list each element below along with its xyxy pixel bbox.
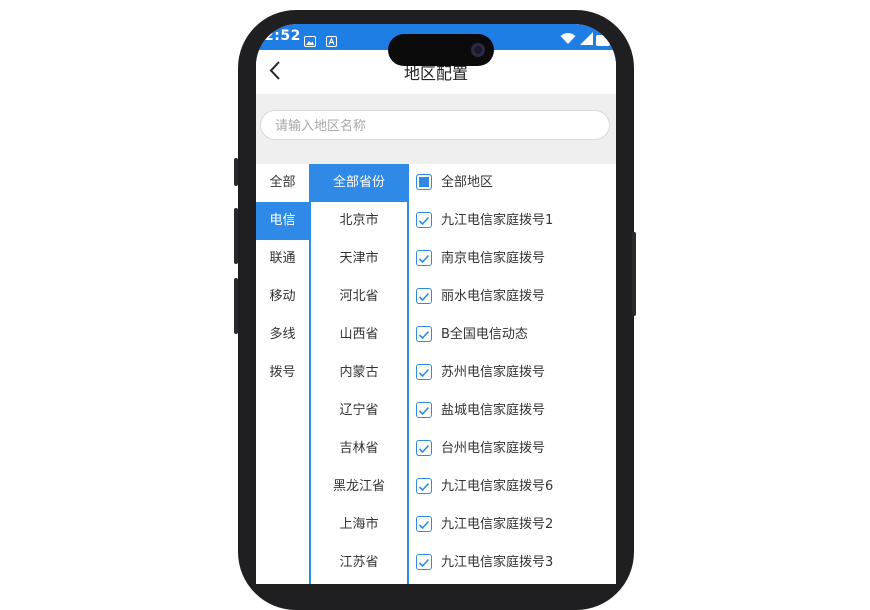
phone-silent-switch <box>234 158 238 186</box>
operator-item[interactable]: 全部 <box>256 164 309 202</box>
region-label: B全国电信动态 <box>441 327 528 342</box>
dynamic-island <box>388 34 494 66</box>
province-item[interactable]: 黑龙江省 <box>311 468 407 506</box>
checked-checkbox-icon[interactable] <box>416 212 432 228</box>
province-item[interactable]: 山西省 <box>311 316 407 354</box>
signal-icon <box>580 30 593 49</box>
region-item[interactable]: 九江电信家庭拨号3 <box>409 544 616 582</box>
region-label: 九江电信家庭拨号6 <box>441 479 554 494</box>
region-item[interactable]: B全国电信动态 <box>409 316 616 354</box>
province-item[interactable]: 河北省 <box>311 278 407 316</box>
province-item[interactable]: 江苏省 <box>311 544 407 582</box>
region-label: 全部地区 <box>441 175 494 190</box>
checked-checkbox-icon[interactable] <box>416 364 432 380</box>
front-camera <box>471 43 485 57</box>
phone-power-button <box>632 232 636 316</box>
battery-icon <box>596 31 612 50</box>
region-item[interactable]: 九江电信家庭拨号2 <box>409 506 616 544</box>
region-list: 全部地区 九江电信家庭拨号1 南京电信家庭拨号 丽水电信家庭拨号 B全国电信动态… <box>409 164 616 584</box>
region-item[interactable]: 九江电信家庭拨号6 <box>409 468 616 506</box>
province-item[interactable]: 全部省份 <box>311 164 407 202</box>
selector-columns: 全部 电信 联通 移动 多线 拨号 全部省份 北京市 天津市 河北省 山西省 内… <box>256 164 616 584</box>
wifi-icon <box>560 30 576 49</box>
checked-checkbox-icon[interactable] <box>416 478 432 494</box>
operator-item[interactable]: 拨号 <box>256 354 309 392</box>
region-item[interactable]: 九江电信家庭拨号1 <box>409 202 616 240</box>
operator-item[interactable]: 电信 <box>256 202 309 240</box>
region-label: 九江电信家庭拨号1 <box>441 213 554 228</box>
region-label: 盐城电信家庭拨号 <box>441 403 546 418</box>
province-item[interactable]: 内蒙古 <box>311 354 407 392</box>
province-item[interactable]: 吉林省 <box>311 430 407 468</box>
search-box <box>260 110 610 141</box>
region-item[interactable]: 苏州电信家庭拨号 <box>409 354 616 392</box>
province-item[interactable]: 北京市 <box>311 202 407 240</box>
region-label: 九江电信家庭拨号2 <box>441 517 554 532</box>
region-item[interactable]: 盐城电信家庭拨号 <box>409 392 616 430</box>
checked-checkbox-icon[interactable] <box>416 402 432 418</box>
region-item[interactable]: 台州电信家庭拨号 <box>409 430 616 468</box>
partial-checkbox-icon[interactable] <box>416 174 432 190</box>
search-area <box>256 94 616 164</box>
operator-item[interactable]: 移动 <box>256 278 309 316</box>
region-item[interactable]: 南京电信家庭拨号 <box>409 240 616 278</box>
checked-checkbox-icon[interactable] <box>416 326 432 342</box>
checked-checkbox-icon[interactable] <box>416 288 432 304</box>
province-item[interactable]: 辽宁省 <box>311 392 407 430</box>
phone-volume-up-button <box>234 208 238 264</box>
operator-item[interactable]: 多线 <box>256 316 309 354</box>
search-input[interactable] <box>273 111 597 141</box>
checked-checkbox-icon[interactable] <box>416 516 432 532</box>
operator-list: 全部 电信 联通 移动 多线 拨号 <box>256 164 311 584</box>
operator-item[interactable]: 联通 <box>256 240 309 278</box>
region-label: 南京电信家庭拨号 <box>441 251 546 266</box>
region-item[interactable]: 丽水电信家庭拨号 <box>409 278 616 316</box>
checked-checkbox-icon[interactable] <box>416 250 432 266</box>
region-label: 九江电信家庭拨号3 <box>441 555 554 570</box>
province-item[interactable]: 天津市 <box>311 240 407 278</box>
region-label: 台州电信家庭拨号 <box>441 441 546 456</box>
province-list: 全部省份 北京市 天津市 河北省 山西省 内蒙古 辽宁省 吉林省 黑龙江省 上海… <box>311 164 409 584</box>
status-time: 2:52 <box>264 28 301 44</box>
region-select-all[interactable]: 全部地区 <box>409 164 616 202</box>
region-label: 苏州电信家庭拨号 <box>441 365 546 380</box>
province-item[interactable]: 上海市 <box>311 506 407 544</box>
phone-volume-down-button <box>234 278 238 334</box>
checked-checkbox-icon[interactable] <box>416 554 432 570</box>
app-notification-icon <box>326 32 337 51</box>
image-notification-icon <box>304 32 316 51</box>
phone-screen: 2:52 地区配置 全部 电信 联通 移动 <box>256 24 616 584</box>
region-label: 丽水电信家庭拨号 <box>441 289 546 304</box>
checked-checkbox-icon[interactable] <box>416 440 432 456</box>
